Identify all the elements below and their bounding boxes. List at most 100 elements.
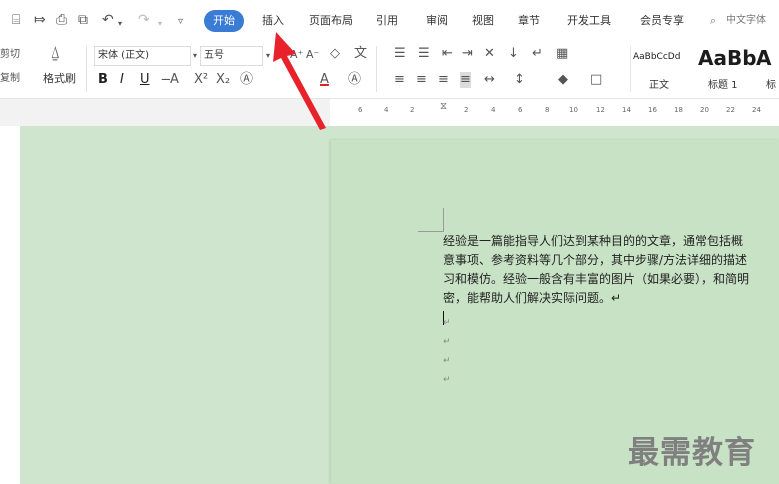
bold-icon[interactable]: B	[98, 72, 108, 88]
style-heading-2-label: 标	[766, 80, 776, 91]
tab-references[interactable]: 引用	[376, 14, 398, 28]
style-heading-2-preview: A	[756, 46, 772, 70]
subscript-icon[interactable]: X₂	[216, 72, 230, 88]
ruler-number: 2	[464, 106, 469, 114]
document-body[interactable]: 经验是一篇能指导人们达到某种目的的文章，通常包括概 意事项、参考资料等几个部分，…	[443, 232, 779, 308]
font-name-select[interactable]: 宋体 (正文)	[94, 46, 191, 66]
bullet-list-icon[interactable]: ☰	[394, 46, 406, 62]
sort-icon[interactable]: ↓	[508, 46, 519, 62]
italic-icon[interactable]: I	[120, 72, 124, 88]
page-corner-mark	[418, 231, 444, 232]
distribute-icon[interactable]: ↔	[484, 72, 495, 88]
paragraph-mark: ↵	[443, 337, 451, 347]
strikethrough-icon[interactable]: ̶A	[170, 72, 179, 88]
superscript-icon[interactable]: X²	[194, 72, 208, 88]
ruler-number: 6	[518, 106, 523, 114]
ruler-number: 2	[410, 106, 415, 114]
format-painter-icon[interactable]: ⍙	[50, 45, 60, 62]
increase-indent-icon[interactable]: ⇥	[462, 46, 473, 62]
ruler-number: 14	[622, 106, 631, 114]
paragraph-mark: ↵	[443, 318, 451, 328]
text-effect-icon[interactable]: Ⓐ	[240, 72, 253, 88]
clear-format-icon[interactable]: ◇	[330, 46, 340, 62]
tab-home[interactable]: 开始	[204, 10, 244, 32]
ruler-scale	[330, 99, 779, 126]
redo-dropdown-icon[interactable]: ▾	[158, 16, 162, 32]
paragraph-mark: ↵	[443, 375, 451, 385]
style-heading-1-preview: AaBb	[698, 46, 757, 70]
border-icon[interactable]: □	[590, 72, 602, 88]
arrow-shape	[273, 32, 326, 130]
tab-view[interactable]: 视图	[472, 14, 494, 28]
chinese-layout-icon[interactable]: ✕	[484, 46, 495, 62]
align-left-icon[interactable]: ≡	[394, 72, 405, 88]
horizontal-ruler[interactable]: 6 4 2 ⧖ 2 4 6 8 10 12 14 16 18 20 22 24	[0, 98, 779, 127]
tab-page-layout[interactable]: 页面布局	[309, 14, 353, 28]
text-line: 密，能帮助人们解决实际问题。↵	[443, 291, 622, 305]
export-icon[interactable]: ⤇	[34, 12, 46, 28]
redo-icon[interactable]: ↷	[138, 12, 150, 28]
annotation-arrow-icon	[273, 32, 326, 130]
ruler-number: 6	[358, 106, 363, 114]
ruler-number: 18	[674, 106, 683, 114]
font-size-select[interactable]: 五号	[200, 46, 263, 66]
indent-marker-icon[interactable]: ⧖	[440, 101, 447, 112]
tab-insert[interactable]: 插入	[262, 14, 284, 28]
search-label[interactable]: 中文字体	[726, 14, 766, 28]
font-name-value: 宋体 (正文)	[98, 50, 149, 61]
watermark-logo: 最需教育	[628, 435, 756, 471]
undo-icon[interactable]: ↶	[102, 12, 114, 28]
ruler-number: 4	[384, 106, 389, 114]
ruler-number: 24	[752, 106, 761, 114]
undo-dropdown-icon[interactable]: ▾	[118, 16, 122, 32]
print-icon[interactable]: ⎙	[56, 12, 67, 28]
ruler-number: 4	[491, 106, 496, 114]
char-border-icon[interactable]: Ⓐ	[348, 72, 361, 88]
align-right-icon[interactable]: ≡	[438, 72, 449, 88]
search-icon[interactable]: ⌕	[710, 14, 716, 28]
show-marks-icon[interactable]: ↵	[532, 46, 543, 62]
ruler-number: 22	[726, 106, 735, 114]
print-preview-icon[interactable]: ⧉	[78, 12, 88, 28]
left-margin	[0, 126, 20, 484]
ruler-number: 8	[545, 106, 550, 114]
divider	[376, 46, 377, 92]
justify-icon[interactable]: ≡	[460, 72, 471, 88]
style-heading-1-label: 标题 1	[708, 80, 738, 91]
line-spacing-icon[interactable]: ↕	[514, 72, 525, 88]
style-heading-1[interactable]: AaBb 标题 1	[696, 46, 757, 92]
ruler-number: 20	[700, 106, 709, 114]
save-icon[interactable]: ⌸	[12, 12, 20, 28]
ruler-number: 10	[569, 106, 578, 114]
shading-icon[interactable]: ◆	[558, 72, 568, 88]
page-corner-mark	[443, 208, 444, 232]
decrease-indent-icon[interactable]: ⇤	[442, 46, 453, 62]
style-heading-2[interactable]: A 标	[756, 46, 779, 92]
copy-label[interactable]: 复制	[0, 72, 20, 86]
style-normal-label: 正文	[649, 80, 669, 91]
table-icon[interactable]: ▦	[556, 46, 568, 62]
cut-label[interactable]: 剪切	[0, 48, 20, 62]
style-normal[interactable]: AaBbCcDd 正文	[630, 46, 697, 92]
ruler-number: 16	[648, 106, 657, 114]
text-line: 经验是一篇能指导人们达到某种目的的文章，通常包括概	[443, 234, 744, 248]
divider	[86, 46, 87, 92]
tab-developer[interactable]: 开发工具	[567, 14, 611, 28]
style-normal-preview: AaBbCcDd	[633, 52, 681, 62]
menu-bar: ⌸ ⤇ ⎙ ⧉ ↶ ▾ ↷ ▾ ▿ 开始 插入 页面布局 引用 审阅 视图 章节…	[0, 0, 779, 42]
customize-toolbar-icon[interactable]: ▿	[178, 14, 183, 30]
tab-chapter[interactable]: 章节	[518, 14, 540, 28]
underline-icon[interactable]: U	[140, 72, 150, 88]
numbered-list-icon[interactable]: ☰	[418, 46, 430, 62]
tab-review[interactable]: 审阅	[426, 14, 448, 28]
ruler-number: 12	[596, 106, 605, 114]
font-name-dropdown-icon[interactable]: ▾	[193, 48, 197, 64]
ribbon-toolbar: 剪切 复制 ⍙ 格式刷 宋体 (正文) ▾ 五号 ▾ A⁺ A⁻ ◇ 文 B I…	[0, 42, 779, 98]
tab-member[interactable]: 会员专享	[640, 14, 684, 28]
paragraph-mark: ↵	[443, 356, 451, 366]
phonetic-guide-icon[interactable]: 文	[354, 46, 367, 62]
format-painter-label[interactable]: 格式刷	[43, 72, 76, 86]
font-size-value: 五号	[204, 50, 224, 61]
text-line: 习和模仿。经验一般含有丰富的图片（如果必要），和简明	[443, 272, 750, 286]
align-center-icon[interactable]: ≡	[416, 72, 427, 88]
